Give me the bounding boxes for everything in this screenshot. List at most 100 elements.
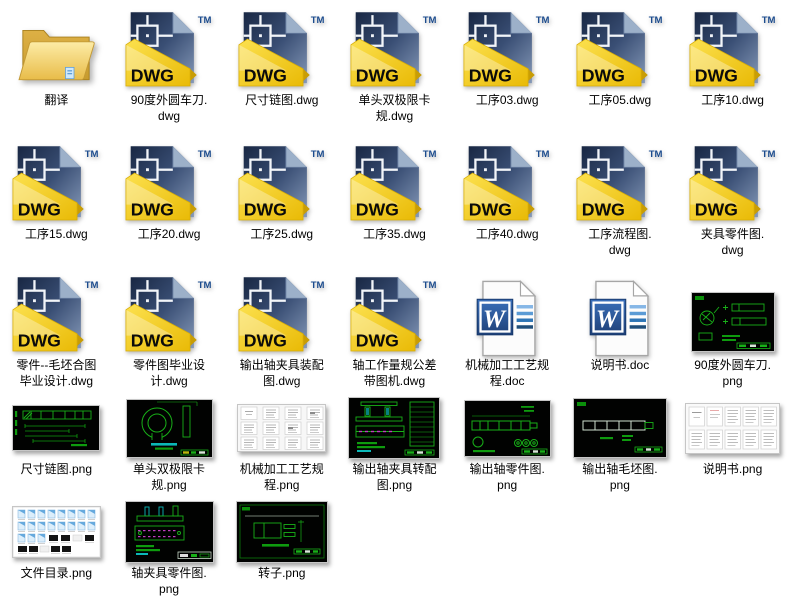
- file-item[interactable]: 输出轴零件图. png: [451, 395, 564, 499]
- file-name-label: 机械加工工艺规 程.doc: [465, 358, 550, 388]
- file-item[interactable]: DWG TM 工序35.dwg: [338, 134, 451, 265]
- dwg-file-icon: DWG TM: [463, 146, 550, 221]
- file-item[interactable]: DWG TM 尺寸链图.dwg: [225, 0, 338, 134]
- file-name-label: 机械加工工艺规 程.png: [239, 462, 324, 492]
- file-name-label: 尺寸链图.png: [20, 462, 93, 476]
- file-name-label: 输出轴零件图. png: [469, 462, 545, 492]
- dwg-badge: DWG: [243, 331, 286, 351]
- file-item[interactable]: 输出轴夹具转配 图.png: [338, 395, 451, 499]
- dwg-badge: DWG: [356, 331, 399, 351]
- dwg-file-icon: DWG TM: [350, 12, 437, 87]
- word-file-icon: W: [589, 280, 650, 357]
- file-item[interactable]: DWG TM 轴工作量规公差 带图机.dwg: [338, 265, 451, 395]
- file-item[interactable]: 翻译: [0, 0, 113, 134]
- dwg-box: DWG TM: [349, 265, 439, 357]
- file-row: DWG TM 工序15.dwg DWG TM 工序20.dwg DWG TM 工…: [0, 134, 789, 265]
- file-item[interactable]: 说明书.png: [676, 395, 789, 499]
- cad-cutter-thumbnail: [690, 292, 775, 352]
- dwg-file-icon: DWG TM: [125, 277, 212, 352]
- file-name-label: 说明书.doc: [590, 358, 650, 372]
- file-item[interactable]: W 机械加工工艺规 程.doc: [451, 265, 564, 395]
- file-item[interactable]: DWG TM 工序40.dwg: [451, 134, 564, 265]
- file-item[interactable]: 单头双极限卡 规.png: [113, 395, 226, 499]
- dwg-box: DWG TM: [237, 0, 327, 92]
- trademark-label: TM: [761, 149, 775, 160]
- dwg-file-icon: DWG TM: [576, 146, 663, 221]
- file-item[interactable]: DWG TM 输出轴夹具装配 图.dwg: [225, 265, 338, 395]
- file-item[interactable]: DWG TM 夹具零件图. dwg: [676, 134, 789, 265]
- file-item[interactable]: 机械加工工艺规 程.png: [225, 395, 338, 499]
- file-item[interactable]: DWG TM 零件图毕业设 计.dwg: [113, 265, 226, 395]
- file-name-label: 夹具零件图. dwg: [700, 227, 765, 257]
- dwg-box: DWG TM: [11, 265, 101, 357]
- file-grid: 翻译 DWG TM 90度外圆车刀. dwg DWG TM 尺寸链图.dwg D…: [0, 0, 789, 598]
- file-item[interactable]: DWG TM 工序20.dwg: [113, 134, 226, 265]
- dwg-box: DWG TM: [11, 134, 101, 226]
- dwg-badge: DWG: [694, 66, 737, 86]
- cad-shaft-thumbnail: [463, 399, 551, 457]
- dwg-box: DWG TM: [124, 0, 214, 92]
- file-item[interactable]: DWG TM 单头双极限卡 规.dwg: [338, 0, 451, 134]
- file-name-label: 尺寸链图.dwg: [245, 93, 319, 107]
- dwg-box: DWG TM: [688, 0, 778, 92]
- dwg-file-icon: DWG TM: [125, 12, 212, 87]
- folder-box: [16, 0, 96, 92]
- cad-chain-thumbnail: [12, 405, 101, 451]
- file-name-label: 零件图毕业设 计.dwg: [133, 358, 206, 388]
- dwg-file-icon: DWG TM: [238, 12, 324, 87]
- file-name-label: 输出轴夹具转配 图.png: [352, 462, 437, 492]
- trademark-label: TM: [310, 15, 324, 26]
- file-name-label: 工序40.dwg: [475, 227, 539, 241]
- dwg-badge: DWG: [356, 66, 399, 86]
- dwg-box: DWG TM: [349, 0, 439, 92]
- file-name-label: 工序10.dwg: [701, 93, 764, 107]
- file-item[interactable]: DWG TM 90度外圆车刀. dwg: [113, 0, 226, 134]
- manual-pages-thumbnail: [685, 402, 781, 454]
- dwg-badge: DWG: [243, 200, 286, 220]
- dwg-file-icon: DWG TM: [689, 146, 775, 221]
- t_shaft-box: [463, 395, 551, 461]
- file-item[interactable]: W 说明书.doc: [564, 265, 677, 395]
- file-item[interactable]: 轴夹具零件图. png: [113, 499, 226, 598]
- folder-icon: [18, 29, 96, 81]
- t_fixture-box: [124, 499, 214, 565]
- trademark-label: TM: [536, 149, 550, 160]
- dwg-file-icon: DWG TM: [238, 146, 324, 221]
- file-item[interactable]: 输出轴毛坯图. png: [564, 395, 677, 499]
- dwg-file-icon: DWG TM: [238, 277, 324, 352]
- file-item[interactable]: DWG TM 工序15.dwg: [0, 134, 113, 265]
- dwg-box: DWG TM: [237, 134, 327, 226]
- trademark-label: TM: [198, 15, 212, 26]
- dwg-badge: DWG: [469, 200, 512, 220]
- t_catalog-box: [11, 499, 101, 565]
- dwg-file-icon: DWG TM: [350, 146, 437, 221]
- dwg-badge: DWG: [131, 200, 174, 220]
- file-item[interactable]: DWG TM 工序10.dwg: [676, 0, 789, 134]
- file-catalog-thumbnail: [11, 506, 101, 558]
- file-item[interactable]: DWG TM 工序05.dwg: [564, 0, 677, 134]
- file-name-label: 单头双极限卡 规.png: [133, 462, 206, 492]
- file-name-label: 说明书.png: [702, 462, 763, 476]
- trademark-label: TM: [310, 280, 324, 291]
- cad-blank-thumbnail: [572, 398, 667, 458]
- trademark-label: TM: [649, 149, 663, 160]
- file-item[interactable]: 尺寸链图.png: [0, 395, 113, 499]
- trademark-label: TM: [423, 15, 437, 26]
- trademark-label: TM: [649, 15, 663, 26]
- file-item[interactable]: DWG TM 工序03.dwg: [451, 0, 564, 134]
- file-item[interactable]: DWG TM 零件--毛坯合图 毕业设计.dwg: [0, 265, 113, 395]
- file-item[interactable]: 文件目录.png: [0, 499, 113, 598]
- t_blank-box: [572, 395, 667, 461]
- dwg-file-icon: DWG TM: [12, 277, 99, 352]
- file-item[interactable]: DWG TM 工序流程图. dwg: [564, 134, 677, 265]
- file-item[interactable]: 转子.png: [225, 499, 338, 598]
- trademark-label: TM: [198, 149, 212, 160]
- trademark-label: TM: [198, 280, 212, 291]
- dwg-badge: DWG: [243, 66, 286, 86]
- file-row: 文件目录.png 轴夹具零件图. png 转子.png: [0, 499, 789, 598]
- file-item[interactable]: 90度外圆车刀. png: [676, 265, 789, 395]
- t_chain-box: [12, 395, 101, 461]
- dwg-box: DWG TM: [349, 134, 439, 226]
- file-item[interactable]: DWG TM 工序25.dwg: [225, 134, 338, 265]
- cad-assembly-thumbnail: [348, 397, 441, 459]
